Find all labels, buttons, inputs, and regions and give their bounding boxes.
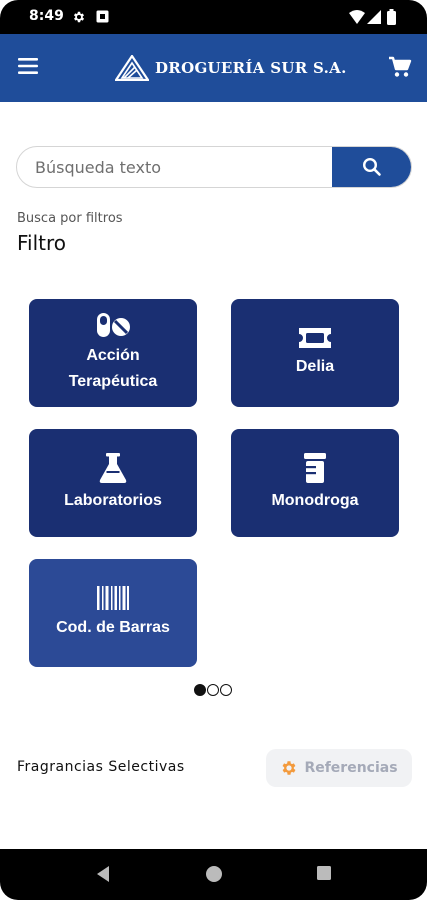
- brand-logo: DROGUERÍA SUR S.A.: [115, 52, 347, 84]
- filter-tile-delia[interactable]: Delia: [231, 299, 399, 407]
- tile-label: Cod. de Barras: [56, 619, 170, 636]
- system-nav-bar: [0, 849, 427, 900]
- signal-icon: [367, 10, 381, 24]
- filter-tile-laboratorios[interactable]: Laboratorios: [29, 429, 197, 537]
- filter-tile-monodroga[interactable]: Monodroga: [231, 429, 399, 537]
- tile-label: Acción Terapéutica: [68, 347, 158, 390]
- page-indicator: [194, 684, 232, 696]
- barcode-icon: [97, 586, 129, 610]
- filters-title: Filtro: [17, 231, 67, 255]
- page-dot-2[interactable]: [207, 684, 219, 696]
- filter-tile-accion-terapeutica[interactable]: Acción Terapéutica: [29, 299, 197, 407]
- prescription-bottle-icon: [304, 453, 326, 483]
- flask-icon: [99, 453, 127, 483]
- pills-icon: [97, 313, 130, 337]
- home-icon[interactable]: [205, 865, 223, 883]
- search-input[interactable]: [17, 147, 333, 187]
- references-label: Referencias: [304, 760, 398, 776]
- cart-icon[interactable]: [388, 56, 412, 78]
- triangle-logo-icon: [115, 55, 149, 81]
- tile-label: Monodroga: [271, 492, 359, 509]
- fragrances-label: Fragrancias Selectivas: [17, 759, 185, 775]
- search-icon: [362, 157, 381, 176]
- notification-icon: [96, 10, 109, 23]
- references-button[interactable]: Referencias: [266, 749, 412, 787]
- brand-name: DROGUERÍA SUR S.A.: [155, 59, 347, 77]
- app-bar: DROGUERÍA SUR S.A.: [0, 34, 427, 102]
- settings-icon: [73, 11, 85, 23]
- wifi-icon: [349, 10, 365, 24]
- battery-icon: [387, 9, 396, 25]
- tile-label: Laboratorios: [64, 492, 162, 509]
- recents-icon[interactable]: [316, 865, 332, 881]
- gear-icon: [282, 761, 296, 775]
- page-dot-1[interactable]: [194, 684, 206, 696]
- filter-tile-cod-de-barras[interactable]: Cod. de Barras: [29, 559, 197, 667]
- search-bar: [16, 146, 412, 188]
- filters-subtitle: Busca por filtros: [17, 211, 123, 226]
- search-button[interactable]: [332, 147, 411, 187]
- status-time: 8:49: [29, 8, 64, 24]
- tile-label: Delia: [295, 358, 335, 375]
- page-dot-3[interactable]: [220, 684, 232, 696]
- status-bar: 8:49: [0, 0, 427, 34]
- ticket-icon: [299, 328, 331, 348]
- menu-icon[interactable]: [18, 56, 38, 76]
- back-icon[interactable]: [95, 865, 111, 883]
